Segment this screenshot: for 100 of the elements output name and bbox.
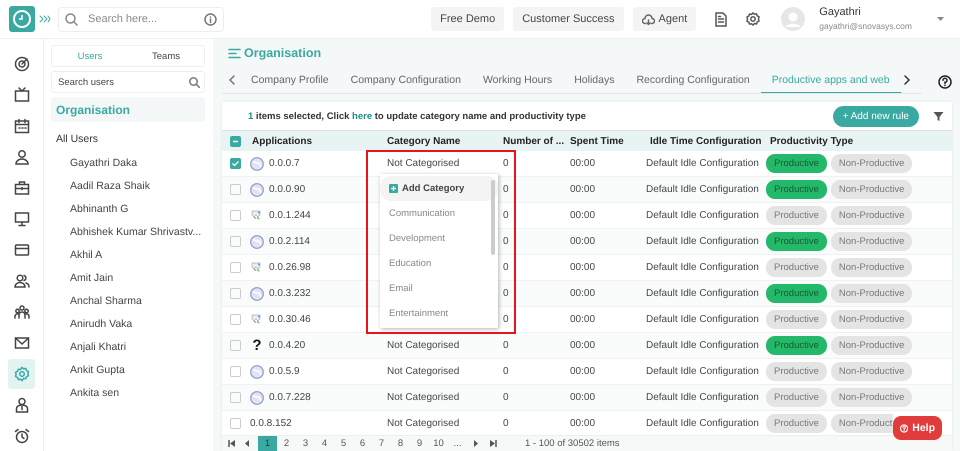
info-icon[interactable] <box>204 12 217 26</box>
non-productive-toggle[interactable]: Non-Productive <box>830 310 912 329</box>
chevron-left-icon[interactable] <box>228 75 236 85</box>
category-cell[interactable]: Not Categorised <box>383 392 460 403</box>
productive-toggle[interactable]: Productive <box>766 336 827 355</box>
page-button[interactable]: 4 <box>315 436 334 451</box>
logo-icon[interactable] <box>9 6 35 32</box>
user-item[interactable]: Ankita sen <box>51 381 205 404</box>
checkbox[interactable] <box>230 314 241 325</box>
non-productive-toggle[interactable]: Non-Productive <box>830 388 912 407</box>
productive-toggle[interactable]: Productive <box>766 154 827 173</box>
non-productive-toggle[interactable]: Non-Productive <box>830 284 912 303</box>
menu-icon[interactable] <box>228 48 241 58</box>
checkbox[interactable] <box>230 340 241 351</box>
category-option[interactable]: Entertainment <box>380 301 498 326</box>
non-productive-toggle[interactable]: Non-Productive <box>830 258 912 277</box>
header-button[interactable]: Free Demo <box>431 7 504 31</box>
page-button[interactable]: ... <box>448 436 467 451</box>
user-item[interactable]: Abhinanth G <box>51 197 205 220</box>
checkbox[interactable] <box>230 158 241 169</box>
category-cell[interactable]: Not Categorised <box>383 418 460 429</box>
checkbox[interactable] <box>230 288 241 299</box>
checkbox[interactable] <box>230 184 241 195</box>
page-button[interactable]: 7 <box>372 436 391 451</box>
checkbox[interactable] <box>230 136 241 146</box>
help-circle-icon[interactable] <box>938 75 952 89</box>
tab[interactable]: Company Configuration <box>340 67 472 93</box>
non-productive-toggle[interactable]: Non-Productive <box>830 336 912 355</box>
user-item[interactable]: Ankit Gupta <box>51 358 205 381</box>
panel-tab[interactable]: Teams <box>128 46 204 66</box>
productive-toggle[interactable]: Productive <box>766 388 827 407</box>
category-option[interactable]: Development <box>380 226 498 251</box>
checkbox[interactable] <box>230 210 241 221</box>
agent-button[interactable]: Agent <box>632 7 696 31</box>
category-option[interactable]: Education <box>380 251 498 276</box>
panel-tab[interactable]: Users <box>52 46 128 66</box>
category-cell[interactable]: Not Categorised <box>383 158 460 169</box>
user-item[interactable]: Anjali Khatri <box>51 335 205 358</box>
app-name: 0.0.0.7 <box>269 158 300 169</box>
tab[interactable]: Recording Configuration <box>625 67 761 93</box>
checkbox[interactable] <box>230 236 241 247</box>
non-productive-toggle[interactable]: Non-Productive <box>830 206 912 225</box>
checkbox[interactable] <box>230 392 241 403</box>
productive-toggle[interactable]: Productive <box>766 180 827 199</box>
add-rule-button[interactable]: + Add new rule <box>832 106 919 126</box>
expand-icon[interactable] <box>39 15 51 23</box>
user-item[interactable]: Akhil A <box>51 243 205 266</box>
caret-icon[interactable] <box>937 17 944 21</box>
page-button[interactable]: 2 <box>277 436 296 451</box>
update-link[interactable]: here <box>352 110 372 122</box>
non-productive-toggle[interactable]: Non-Product <box>830 414 894 433</box>
page-button[interactable]: 8 <box>391 436 410 451</box>
document-icon[interactable] <box>715 12 728 26</box>
tab[interactable]: Holidays <box>563 67 626 93</box>
next-page-icon[interactable] <box>473 440 479 447</box>
page-button[interactable]: 3 <box>296 436 315 451</box>
productive-toggle[interactable]: Productive <box>766 232 827 251</box>
non-productive-toggle[interactable]: Non-Productive <box>830 362 912 381</box>
productive-toggle[interactable]: Productive <box>766 310 827 329</box>
page-button[interactable]: 1 <box>258 436 277 451</box>
tree-item[interactable]: All Users <box>51 126 205 151</box>
last-page-icon[interactable] <box>489 440 497 447</box>
user-item[interactable]: Aadil Raza Shaik <box>51 174 205 197</box>
checkbox[interactable] <box>230 418 241 429</box>
category-cell[interactable]: Not Categorised <box>383 340 460 351</box>
user-item[interactable]: Anchal Sharma <box>51 289 205 312</box>
settings-icon[interactable] <box>746 12 760 26</box>
checkbox[interactable] <box>230 262 241 273</box>
non-productive-toggle[interactable]: Non-Productive <box>830 232 912 251</box>
non-productive-toggle[interactable]: Non-Productive <box>830 180 912 199</box>
add-category-item[interactable]: Add Category <box>380 176 498 201</box>
search-field[interactable]: Search here... <box>58 6 224 32</box>
productive-toggle[interactable]: Productive <box>766 362 827 381</box>
filter-icon[interactable] <box>933 110 944 122</box>
first-page-icon[interactable] <box>228 440 236 447</box>
user-item[interactable]: Amit Jain <box>51 266 205 289</box>
tab[interactable]: Company Profile <box>240 67 340 93</box>
page-button[interactable]: 5 <box>334 436 353 451</box>
productive-toggle[interactable]: Productive <box>766 414 827 433</box>
page-button[interactable]: 10 <box>429 436 448 451</box>
help-button[interactable]: Help <box>893 416 942 440</box>
productive-toggle[interactable]: Productive <box>766 258 827 277</box>
productive-toggle[interactable]: Productive <box>766 206 827 225</box>
chevron-right-icon[interactable] <box>902 75 911 85</box>
tab[interactable]: Working Hours <box>472 67 564 93</box>
non-productive-toggle[interactable]: Non-Productive <box>830 154 912 173</box>
user-item[interactable]: Abhishek Kumar Shrivastv... <box>51 220 205 243</box>
user-badge-icon <box>14 397 30 413</box>
search-field[interactable]: Search users <box>51 71 205 93</box>
category-cell[interactable]: Not Categorised <box>383 366 460 377</box>
prev-page-icon[interactable] <box>244 440 250 447</box>
checkbox[interactable] <box>230 366 241 377</box>
category-option[interactable]: Email <box>380 276 498 301</box>
page-button[interactable]: 6 <box>353 436 372 451</box>
page-button[interactable]: 9 <box>410 436 429 451</box>
category-option[interactable]: Communication <box>380 201 498 226</box>
user-item[interactable]: Anirudh Vaka <box>51 312 205 335</box>
header-button[interactable]: Customer Success <box>513 7 624 31</box>
productive-toggle[interactable]: Productive <box>766 284 827 303</box>
user-item[interactable]: Gayathri Daka <box>51 151 205 174</box>
